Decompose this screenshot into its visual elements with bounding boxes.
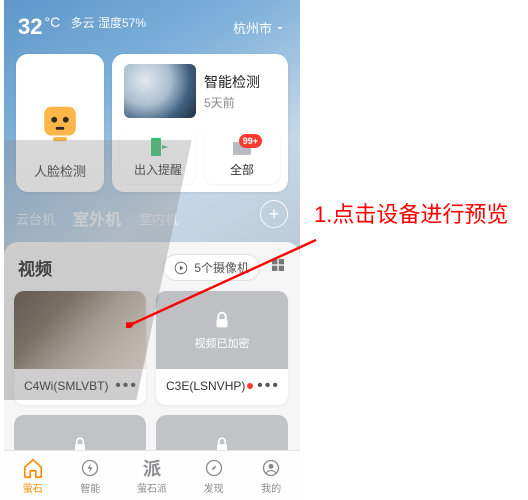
entry-exit-label: 出入提醒 — [134, 161, 182, 178]
bolt-icon — [79, 457, 101, 479]
all-card[interactable]: 99+ 全部 — [204, 128, 280, 184]
sheet-title: 视频 — [18, 255, 52, 280]
nav-mine[interactable]: 我的 — [260, 457, 282, 495]
nav-smart[interactable]: 智能 — [79, 457, 101, 495]
lock-icon — [211, 309, 233, 331]
weather-meta: 多云 湿度57% — [71, 16, 146, 30]
tab-cloud-ptz[interactable]: 云台机 — [16, 209, 55, 228]
user-icon — [260, 457, 282, 479]
nav-home-label: 萤石 — [23, 480, 43, 495]
bottom-nav: 萤石 智能 派 萤石派 发现 我的 — [4, 450, 300, 500]
temperature-value: 32°C — [18, 14, 60, 40]
nav-mine-label: 我的 — [261, 480, 281, 495]
tab-indoor[interactable]: 室内机 — [139, 209, 178, 228]
play-icon — [174, 261, 188, 275]
nav-center[interactable]: 派 萤石派 — [137, 457, 167, 495]
city-picker[interactable]: 杭州市 — [233, 18, 286, 37]
camera-tile[interactable]: C4Wi(SMLVBT) ••• — [14, 291, 146, 405]
smart-detect-time: 5天前 — [204, 94, 260, 111]
camera-name: C3E(LSNVHP) — [166, 379, 245, 393]
camera-count-label: 5个摄像机 — [194, 259, 249, 276]
add-button[interactable]: + — [260, 200, 288, 228]
smart-detect-title: 智能检测 — [204, 72, 260, 92]
face-detect-card[interactable]: 人脸检测 — [16, 54, 104, 192]
city-label: 杭州市 — [233, 18, 272, 37]
nav-home[interactable]: 萤石 — [22, 457, 44, 495]
camera-more-button[interactable]: ••• — [115, 377, 138, 395]
nav-center-label: 萤石派 — [137, 480, 167, 495]
compass-icon — [203, 457, 225, 479]
camera-name: C4Wi(SMLVBT) — [24, 379, 108, 393]
all-label: 全部 — [230, 161, 254, 178]
layout-grid-icon[interactable] — [270, 257, 286, 278]
annotation-text: 1.点击设备进行预览 — [314, 200, 520, 230]
camera-thumb-locked: 视频已加密 — [156, 291, 288, 369]
smart-detect-thumb — [124, 64, 196, 118]
chevron-down-icon — [274, 22, 286, 34]
status-dot — [247, 383, 253, 389]
camera-count-pill[interactable]: 5个摄像机 — [163, 254, 260, 281]
door-icon — [146, 135, 170, 159]
face-icon — [37, 101, 83, 147]
all-badge: 99+ — [239, 134, 262, 148]
nav-discover-label: 发现 — [204, 480, 224, 495]
camera-tile[interactable]: 视频已加密 C3E(LSNVHP) ••• — [156, 291, 288, 405]
tab-outdoor[interactable]: 室外机 — [73, 206, 121, 230]
nav-discover[interactable]: 发现 — [203, 457, 225, 495]
pai-icon: 派 — [141, 457, 163, 479]
home-icon — [22, 457, 44, 479]
entry-exit-card[interactable]: 出入提醒 — [120, 128, 196, 184]
camera-thumb — [14, 291, 146, 369]
smart-detect-banner[interactable]: 智能检测 5天前 — [120, 62, 280, 120]
face-detect-label: 人脸检测 — [34, 161, 86, 180]
encrypted-label: 视频已加密 — [195, 335, 250, 351]
camera-more-button[interactable]: ••• — [257, 377, 280, 395]
nav-smart-label: 智能 — [80, 480, 100, 495]
